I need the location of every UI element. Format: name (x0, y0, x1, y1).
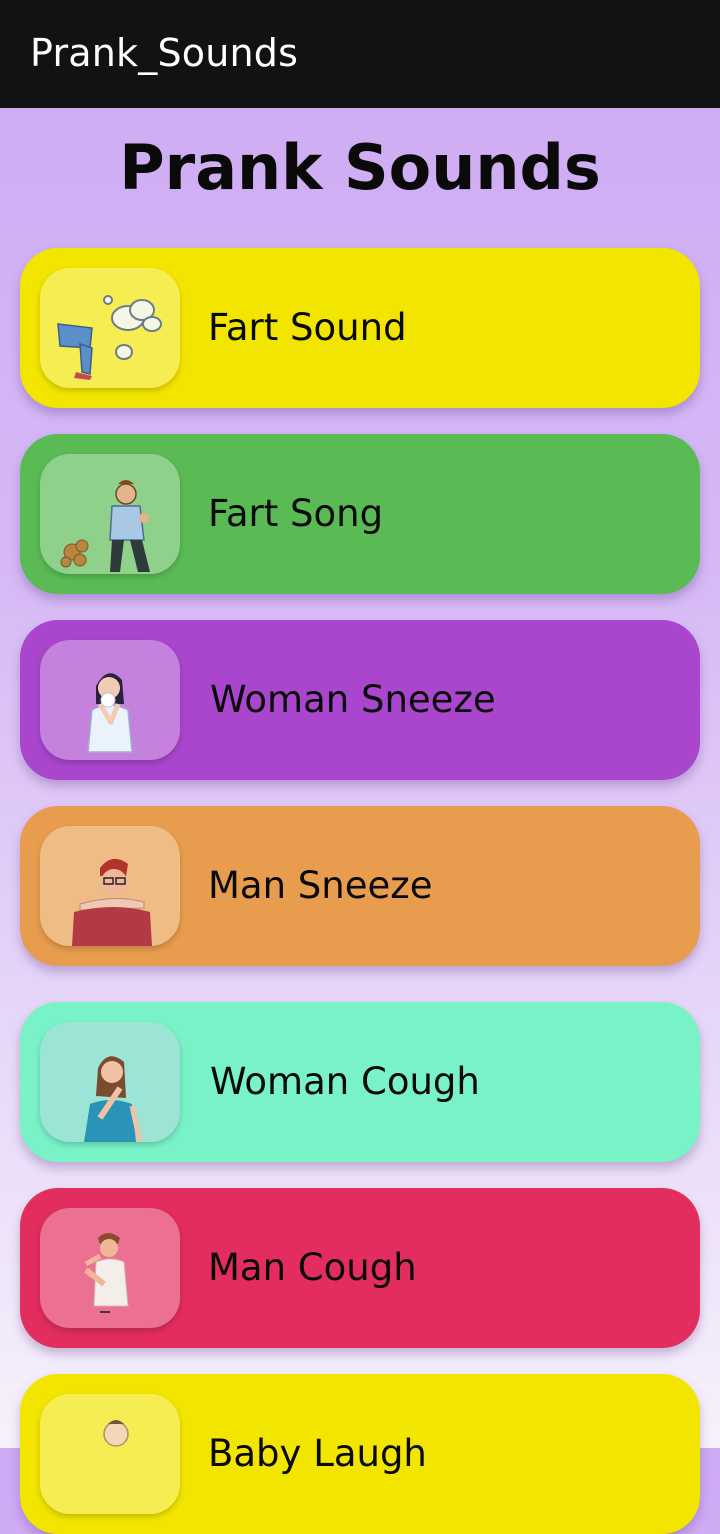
sound-label: Fart Song (208, 492, 384, 535)
sound-label: Woman Sneeze (210, 678, 496, 721)
sound-label: Baby Laugh (208, 1432, 427, 1475)
app-bar: Prank_Sounds (0, 0, 720, 108)
sound-label: Man Sneeze (208, 864, 433, 907)
sound-card-man-sneeze[interactable]: Man Sneeze (20, 806, 700, 966)
sound-card-man-cough[interactable]: Man Cough (20, 1188, 700, 1348)
sound-label: Woman Cough (210, 1060, 480, 1103)
sound-card-woman-cough[interactable]: Woman Cough (20, 1002, 700, 1162)
woman-sneeze-icon (40, 640, 180, 760)
baby-icon (40, 1394, 180, 1514)
fart-cloud-icon (40, 268, 180, 388)
page-title: Prank Sounds (119, 131, 601, 204)
woman-cough-icon (40, 1022, 180, 1142)
man-sneeze-icon (40, 826, 180, 946)
sound-card-baby-laugh[interactable]: Baby Laugh (20, 1374, 700, 1534)
sound-card-fart-sound[interactable]: Fart Sound (20, 248, 700, 408)
sound-card-woman-sneeze[interactable]: Woman Sneeze (20, 620, 700, 780)
sound-label: Fart Sound (208, 306, 407, 349)
farting-man-icon (40, 454, 180, 574)
sound-label: Man Cough (208, 1246, 417, 1289)
app-bar-title: Prank_Sounds (30, 31, 299, 75)
sound-card-fart-song[interactable]: Fart Song (20, 434, 700, 594)
man-cough-icon (40, 1208, 180, 1328)
